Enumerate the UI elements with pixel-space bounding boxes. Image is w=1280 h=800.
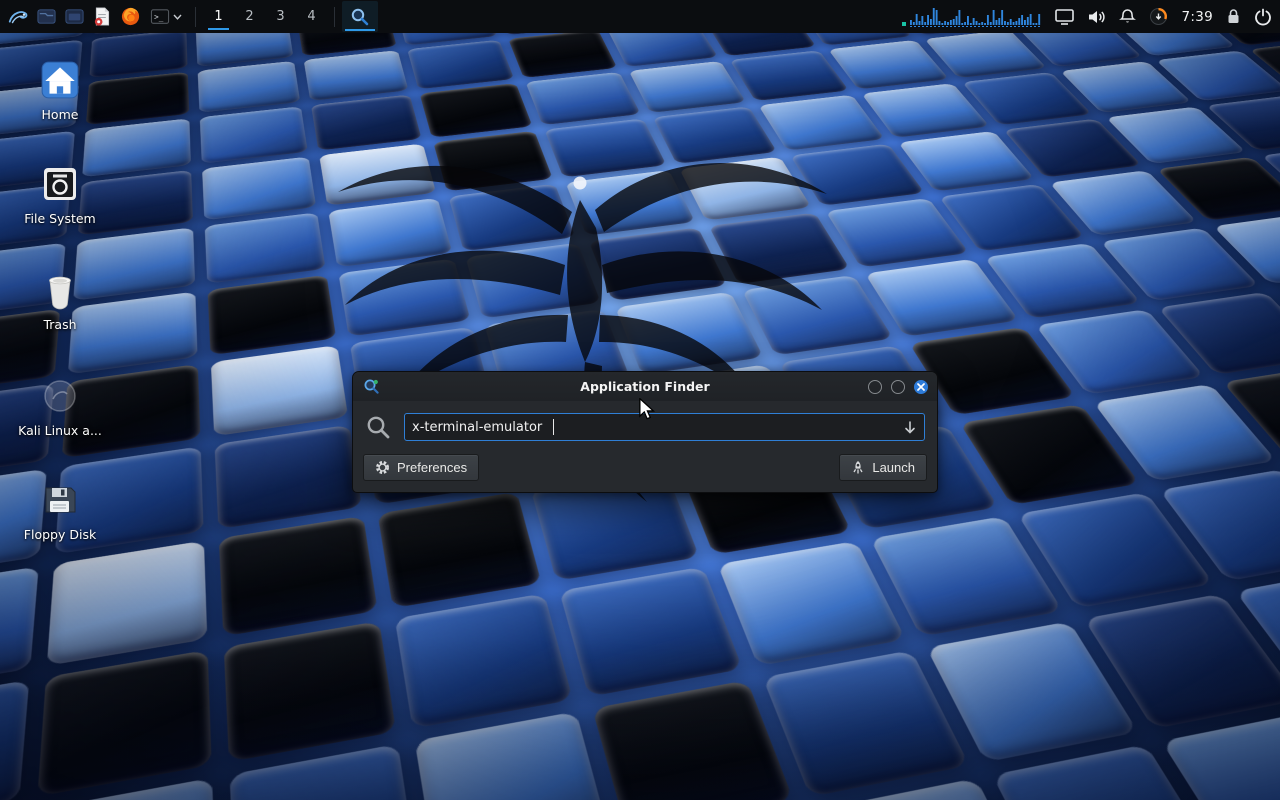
cube <box>37 650 211 797</box>
display-icon[interactable] <box>1055 9 1074 25</box>
preferences-label: Preferences <box>397 460 467 475</box>
workspace-switcher: 1 2 3 4 <box>203 1 327 32</box>
kali-dragon-logo <box>250 80 950 580</box>
cpu-graph[interactable] <box>902 5 1042 29</box>
preferences-button[interactable]: Preferences <box>363 454 479 481</box>
cube <box>559 567 743 697</box>
app-finder-window-icon <box>363 378 380 395</box>
terminal-icon: >_ <box>150 8 170 26</box>
workspace-4[interactable]: 4 <box>296 1 327 32</box>
firefox-icon <box>120 6 141 27</box>
desktop-icon-kali-docs[interactable]: Kali Linux a... <box>12 374 108 438</box>
cube <box>1161 712 1280 800</box>
search-input-value: x-terminal-emulator <box>412 420 542 435</box>
dragon-eye-dot <box>574 177 587 190</box>
kali-menu-button[interactable] <box>4 2 32 31</box>
desktop-icon-home[interactable]: Home <box>12 58 108 122</box>
kali-docs-icon <box>40 376 80 416</box>
search-icon <box>365 414 392 441</box>
terminal-selector-button[interactable]: >_ <box>144 2 188 31</box>
desktop-icon-label: Trash <box>43 317 76 332</box>
gear-icon <box>375 460 390 475</box>
text-editor-icon <box>92 6 112 27</box>
cube <box>0 566 39 696</box>
close-button[interactable] <box>914 380 928 394</box>
system-tray: 7:39 <box>902 5 1272 29</box>
volume-icon[interactable] <box>1087 9 1106 25</box>
file-manager-button[interactable] <box>32 2 60 31</box>
launch-button[interactable]: Launch <box>839 454 927 481</box>
text-editor-button[interactable] <box>88 2 116 31</box>
panel-separator <box>195 7 196 27</box>
close-x-icon <box>917 383 925 391</box>
desktop-icon-trash[interactable]: Trash <box>12 268 108 332</box>
svg-text:>_: >_ <box>154 12 164 21</box>
desktop-icon-label: File System <box>24 211 96 226</box>
floppy-disk-icon <box>40 480 80 520</box>
taskbar-application-finder[interactable] <box>342 1 378 32</box>
cube <box>395 593 573 728</box>
arrow-down-icon <box>903 420 917 435</box>
desktop-icon-label: Floppy Disk <box>24 527 96 542</box>
panel-separator <box>334 7 335 27</box>
cube <box>508 30 617 78</box>
magnifier-icon <box>350 7 370 27</box>
clock[interactable]: 7:39 <box>1181 9 1213 25</box>
folder-icon <box>64 6 85 27</box>
folder-button[interactable] <box>60 2 88 31</box>
cube <box>592 680 794 800</box>
workspace-1[interactable]: 1 <box>203 1 234 32</box>
window-title: Application Finder <box>580 379 709 394</box>
file-manager-icon <box>36 6 57 27</box>
tray-status-icon[interactable] <box>1149 7 1168 26</box>
lock-screen-icon[interactable] <box>1226 8 1241 25</box>
maximize-button[interactable] <box>891 380 905 394</box>
cube <box>47 541 207 666</box>
cube <box>415 711 610 800</box>
launch-icon <box>851 460 865 475</box>
cube <box>0 680 29 800</box>
workspace-2[interactable]: 2 <box>234 1 265 32</box>
trash-icon <box>40 269 80 311</box>
desktop-icon-label: Kali Linux a... <box>18 423 102 438</box>
desktop-icon-floppy-disk[interactable]: Floppy Disk <box>12 478 108 542</box>
launch-label: Launch <box>872 460 915 475</box>
home-icon <box>39 59 81 101</box>
file-system-icon <box>40 164 80 204</box>
chevron-down-icon <box>173 14 182 20</box>
top-panel: >_ 1 2 3 4 <box>0 0 1280 33</box>
application-finder-window: Application Finder x-terminal-emulator <box>352 371 938 493</box>
desktop-icon-label: Home <box>42 107 79 122</box>
cube <box>224 621 396 762</box>
workspace-3[interactable]: 3 <box>265 1 296 32</box>
logout-power-icon[interactable] <box>1254 8 1272 26</box>
titlebar[interactable]: Application Finder <box>353 372 937 401</box>
kali-logo-icon <box>7 6 29 28</box>
desktop-icon-file-system[interactable]: File System <box>12 162 108 226</box>
firefox-button[interactable] <box>116 2 144 31</box>
notifications-bell-icon[interactable] <box>1119 8 1136 25</box>
mouse-cursor <box>637 398 657 420</box>
text-caret <box>553 419 554 435</box>
minimize-button[interactable] <box>868 380 882 394</box>
dropdown-arrow-button[interactable] <box>903 420 917 435</box>
search-input[interactable]: x-terminal-emulator <box>404 413 925 441</box>
